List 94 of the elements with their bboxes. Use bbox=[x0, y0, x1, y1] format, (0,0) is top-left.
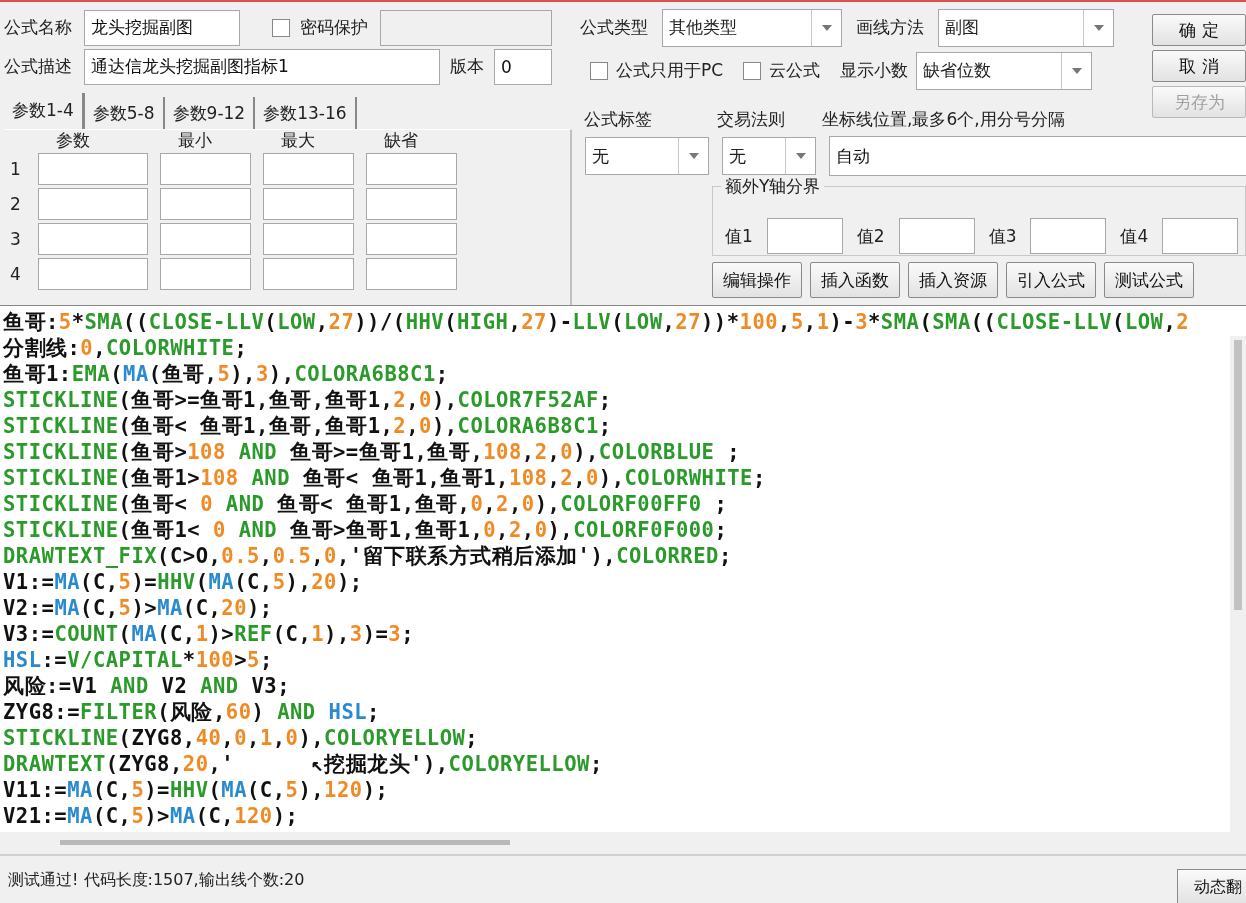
code-editor[interactable] bbox=[0, 305, 1246, 854]
dropdown[interactable]: 副图 bbox=[938, 8, 1114, 47]
caret-icon bbox=[688, 153, 699, 159]
axis-lines-field[interactable]: 自动 bbox=[829, 136, 1246, 176]
code-line: V1:=MA(C,5)=HHV(MA(C,5),20); bbox=[3, 569, 364, 595]
field-label: 值4 bbox=[1120, 224, 1149, 248]
param-field[interactable] bbox=[263, 153, 354, 185]
code-line: V2:=MA(C,5)>MA(C,20); bbox=[3, 595, 274, 621]
caret-icon bbox=[795, 153, 806, 159]
translate-button[interactable]: 动态翻 bbox=[1177, 869, 1246, 903]
description-field[interactable]: 通达信龙头挖掘副图指标1 bbox=[84, 48, 440, 85]
value-field[interactable] bbox=[766, 218, 843, 254]
code-line: STICKLINE(鱼哥1< 0 AND 鱼哥>鱼哥1,鱼哥1,0,2,0),COLORF0F000; bbox=[3, 517, 729, 543]
param-field[interactable] bbox=[263, 258, 354, 290]
code-line: STICKLINE(鱼哥1>108 AND 鱼哥< 鱼哥1,鱼哥1,108,2,0),COLORWHITE; bbox=[3, 465, 767, 491]
code-line: DRAWTEXT(ZYG8,20,' ↖挖掘龙头'),COLORYELLOW; bbox=[3, 751, 604, 777]
field-label: 公式描述 bbox=[4, 55, 72, 78]
code-line: ZYG8:=FILTER(风险,60) AND HSL; bbox=[3, 699, 381, 725]
code-line: V21:=MA(C,5)>MA(C,120); bbox=[3, 803, 300, 829]
action-button[interactable]: 插入资源 bbox=[908, 262, 998, 298]
field-label: 显示小数 bbox=[840, 59, 909, 82]
dialog-button[interactable]: 确 定 bbox=[1152, 14, 1246, 46]
dropdown[interactable]: 缺省位数 bbox=[916, 51, 1093, 90]
column-header: 最小 bbox=[178, 130, 212, 150]
param-field[interactable] bbox=[366, 188, 457, 220]
checkbox-label: 公式只用于PC bbox=[616, 59, 724, 82]
group-title: 额外Y轴分界 bbox=[721, 175, 825, 198]
code-line: STICKLINE(ZYG8,40,0,1,0),COLORYELLOW; bbox=[3, 725, 480, 751]
param-field[interactable] bbox=[38, 223, 148, 255]
param-field[interactable] bbox=[366, 223, 457, 255]
param-field[interactable] bbox=[263, 188, 354, 220]
dialog-button[interactable]: 取 消 bbox=[1152, 50, 1246, 82]
field-label: 画线方法 bbox=[856, 16, 924, 39]
field-label: 交易法则 bbox=[717, 107, 786, 131]
status-message: 测试通过! 代码长度:1507,输出线个数:20 bbox=[8, 870, 305, 891]
param-field[interactable] bbox=[366, 258, 457, 290]
horizontal-scrollbar[interactable] bbox=[0, 832, 1246, 854]
code-line: STICKLINE(鱼哥>=鱼哥1,鱼哥,鱼哥1,2,0),COLOR7F52AF; bbox=[3, 387, 613, 413]
field-label: 公式名称 bbox=[4, 16, 72, 39]
field-label: 版本 bbox=[450, 55, 484, 78]
column-header: 最大 bbox=[281, 130, 315, 150]
param-field[interactable] bbox=[38, 258, 148, 290]
row-number: 3 bbox=[10, 229, 22, 249]
value-field[interactable] bbox=[1030, 218, 1107, 254]
row-number: 4 bbox=[10, 264, 22, 284]
code-line: STICKLINE(鱼哥>108 AND 鱼哥>=鱼哥1,鱼哥,108,2,0),COLORBLUE ; bbox=[3, 439, 742, 465]
column-header: 参数 bbox=[56, 130, 90, 150]
param-field[interactable] bbox=[160, 258, 251, 290]
checkbox[interactable] bbox=[272, 18, 290, 37]
action-button[interactable]: 测试公式 bbox=[1104, 262, 1194, 298]
row-number: 2 bbox=[10, 194, 22, 214]
code-line: STICKLINE(鱼哥< 0 AND 鱼哥< 鱼哥1,鱼哥,0,2,0),COLORF00FF0 ; bbox=[3, 491, 729, 517]
column-header: 缺省 bbox=[384, 130, 418, 150]
code-line: V11:=MA(C,5)=HHV(MA(C,5),120); bbox=[3, 777, 390, 803]
param-field[interactable] bbox=[38, 153, 148, 185]
field-label: 公式标签 bbox=[583, 107, 653, 131]
field-label: 值3 bbox=[988, 224, 1017, 248]
value-field[interactable] bbox=[1162, 218, 1239, 254]
param-field[interactable] bbox=[38, 188, 148, 220]
code-line: DRAWTEXT_FIX(C>O,0.5,0.5,0,'留下联系方式稍后添加'),COLORRED; bbox=[3, 543, 733, 569]
param-field[interactable] bbox=[160, 188, 251, 220]
dropdown[interactable]: 其他类型 bbox=[662, 8, 842, 47]
param-field[interactable] bbox=[160, 153, 251, 185]
field-label: 值2 bbox=[856, 224, 885, 248]
action-button[interactable]: 插入函数 bbox=[810, 262, 900, 298]
caret-icon bbox=[1071, 67, 1082, 74]
vertical-scrollbar[interactable] bbox=[1230, 336, 1246, 832]
action-button[interactable]: 引入公式 bbox=[1006, 262, 1096, 298]
field-label: 值1 bbox=[725, 224, 753, 248]
dropdown[interactable]: 无 bbox=[585, 137, 709, 175]
field-label: 坐标线位置,最多6个,用分号分隔 bbox=[822, 107, 1065, 131]
code-line: 鱼哥:5*SMA((CLOSE-LLV(LOW,27))/(HHV(HIGH,27)-LLV(LOW,27))*100,5,1)-3*SMA(SMA((CLOSE-LLV(LOW,2 bbox=[3, 309, 1191, 335]
name-field[interactable]: 龙头挖掘副图 bbox=[84, 9, 240, 46]
code-line: 分割线:0,COLORWHITE; bbox=[3, 335, 249, 361]
checkbox[interactable] bbox=[590, 61, 608, 80]
checkbox[interactable] bbox=[743, 61, 762, 80]
code-line: HSL:=V/CAPITAL*100>5; bbox=[3, 647, 274, 673]
dropdown[interactable]: 无 bbox=[722, 137, 816, 175]
row-number: 1 bbox=[10, 159, 22, 179]
checkbox-label: 密码保护 bbox=[300, 16, 368, 39]
param-field[interactable] bbox=[263, 223, 354, 255]
caret-icon bbox=[821, 24, 832, 31]
code-line: V3:=COUNT(MA(C,1)>REF(C,1),3)=3; bbox=[3, 621, 415, 647]
value-field[interactable] bbox=[898, 218, 975, 254]
version-field[interactable]: 0 bbox=[494, 48, 552, 85]
caret-icon bbox=[1093, 24, 1104, 31]
code-line: 风险:=V1 AND V2 AND V3; bbox=[3, 673, 292, 699]
code-line: 鱼哥1:EMA(MA(鱼哥,5),3),COLORA6B8C1; bbox=[3, 361, 450, 387]
param-field[interactable] bbox=[366, 153, 457, 185]
param-field[interactable] bbox=[160, 223, 251, 255]
checkbox-label: 云公式 bbox=[769, 59, 821, 82]
code-line: STICKLINE(鱼哥< 鱼哥1,鱼哥,鱼哥1,2,0),COLORA6B8C1; bbox=[3, 413, 613, 439]
field-label: 公式类型 bbox=[580, 16, 648, 39]
action-button[interactable]: 编辑操作 bbox=[712, 262, 802, 298]
